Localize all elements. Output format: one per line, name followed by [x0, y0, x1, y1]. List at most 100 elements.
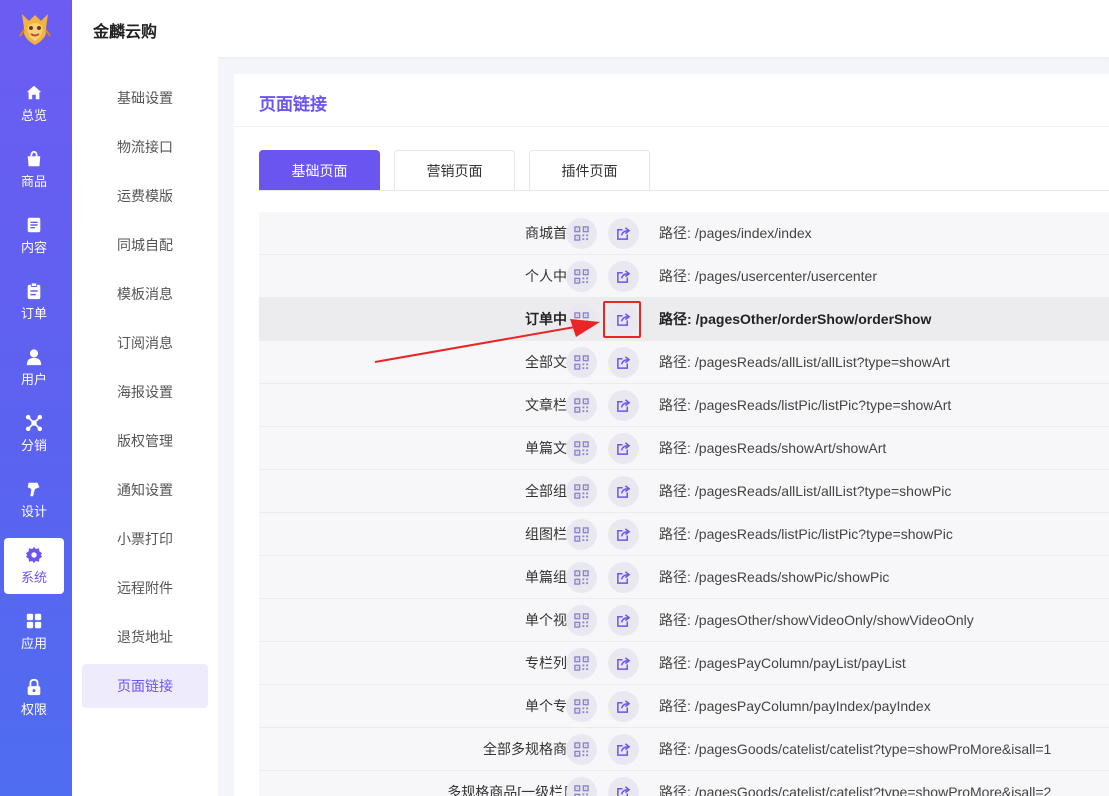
open-link-button[interactable] — [608, 777, 639, 796]
open-link-button[interactable] — [608, 691, 639, 722]
nav-item-system[interactable]: 系统 — [4, 538, 64, 594]
path-value: /pagesReads/listPic/listPic?type=showArt — [694, 397, 952, 413]
qr-code-icon — [574, 226, 589, 241]
table-row: 个人中心 路径:/pages/usercenter/usercenter — [259, 255, 1109, 298]
nav-item-distribution[interactable]: 分销 — [4, 406, 64, 462]
nav-label: 内容 — [20, 240, 47, 255]
qr-code-button[interactable] — [566, 605, 597, 636]
open-link-button[interactable] — [608, 390, 639, 421]
page-path: 路径:/pagesPayColumn/payList/payList — [659, 642, 906, 685]
table-row: 专栏列表 路径:/pagesPayColumn/payList/payList — [259, 642, 1109, 685]
nav-label: 订单 — [20, 306, 47, 321]
share-icon — [616, 441, 631, 456]
submenu-item[interactable]: 远程附件 — [82, 566, 208, 610]
qr-code-button[interactable] — [566, 261, 597, 292]
qr-code-icon — [574, 441, 589, 456]
submenu-item[interactable]: 海报设置 — [82, 370, 208, 414]
qr-code-button[interactable] — [566, 218, 597, 249]
page-path: 路径:/pagesReads/showArt/showArt — [659, 427, 886, 470]
open-link-button[interactable] — [608, 734, 639, 765]
tab-basic-pages[interactable]: 基础页面 — [259, 150, 380, 191]
open-link-button[interactable] — [608, 218, 639, 249]
path-label: 路径: — [659, 268, 691, 284]
share-icon — [616, 355, 631, 370]
qr-code-button[interactable] — [566, 304, 597, 335]
qr-code-button[interactable] — [566, 476, 597, 507]
submenu-item-page-links[interactable]: 页面链接 — [82, 664, 208, 708]
qr-code-button[interactable] — [566, 347, 597, 378]
open-link-button[interactable] — [608, 562, 639, 593]
table-row: 商城首页 路径:/pages/index/index — [259, 212, 1109, 255]
page-path: 路径:/pagesOther/showVideoOnly/showVideoOn… — [659, 599, 974, 642]
qr-code-icon — [574, 613, 589, 628]
qr-code-button[interactable] — [566, 734, 597, 765]
submenu-item[interactable]: 订阅消息 — [82, 321, 208, 365]
submenu-item[interactable]: 退货地址 — [82, 615, 208, 659]
qr-code-icon — [574, 312, 589, 327]
qr-code-button[interactable] — [566, 519, 597, 550]
brush-icon — [27, 482, 40, 497]
table-row: 单个视频 路径:/pagesOther/showVideoOnly/showVid… — [259, 599, 1109, 642]
share-icon — [616, 226, 631, 241]
qr-code-button[interactable] — [566, 691, 597, 722]
qr-code-button[interactable] — [566, 777, 597, 796]
submenu-item[interactable]: 版权管理 — [82, 419, 208, 463]
open-link-button[interactable] — [608, 605, 639, 636]
table-row: 文章栏目 路径:/pagesReads/listPic/listPic?type=… — [259, 384, 1109, 427]
open-link-button[interactable] — [608, 433, 639, 464]
qr-code-icon — [574, 527, 589, 542]
nav-item-users[interactable]: 用户 — [4, 340, 64, 396]
open-link-button[interactable] — [608, 519, 639, 550]
nav-item-design[interactable]: 设计 — [4, 472, 64, 528]
open-link-button[interactable] — [608, 476, 639, 507]
submenu-item[interactable]: 通知设置 — [82, 468, 208, 512]
nav-item-content[interactable]: 内容 — [4, 208, 64, 264]
qr-code-button[interactable] — [566, 562, 597, 593]
logo-icon — [18, 10, 52, 48]
nav-label: 总览 — [20, 108, 47, 123]
tabs-underline — [259, 190, 1109, 191]
nav-item-orders[interactable]: 订单 — [4, 274, 64, 330]
path-label: 路径: — [659, 698, 691, 714]
qr-code-icon — [574, 570, 589, 585]
qr-code-icon — [574, 269, 589, 284]
qr-code-button[interactable] — [566, 390, 597, 421]
path-label: 路径: — [659, 655, 691, 671]
tab-marketing-pages[interactable]: 营销页面 — [394, 150, 515, 191]
submenu: 基础设置 物流接口 运费模版 同城自配 模板消息 订阅消息 海报设置 版权管理 … — [72, 57, 218, 796]
shopping-bag-icon — [27, 150, 41, 167]
table-row: 组图栏目 路径:/pagesReads/listPic/listPic?type=… — [259, 513, 1109, 556]
table-row: 全部组图 路径:/pagesReads/allList/allList?type=… — [259, 470, 1109, 513]
submenu-item[interactable]: 模板消息 — [82, 272, 208, 316]
page-path: 路径:/pagesGoods/catelist/catelist?type=sh… — [659, 771, 1051, 796]
nav-label: 应用 — [20, 636, 47, 651]
submenu-item[interactable]: 小票打印 — [82, 517, 208, 561]
open-link-button[interactable] — [608, 347, 639, 378]
open-link-button[interactable] — [608, 261, 639, 292]
nav-item-apps[interactable]: 应用 — [4, 604, 64, 660]
app-title: 金麟云购 — [93, 24, 158, 41]
nav-item-overview[interactable]: 总览 — [4, 76, 64, 132]
table-row: 全部文章 路径:/pagesReads/allList/allList?type=… — [259, 341, 1109, 384]
home-icon — [26, 85, 42, 100]
path-label: 路径: — [659, 526, 691, 542]
nav-label: 权限 — [20, 702, 47, 717]
submenu-item[interactable]: 基础设置 — [82, 76, 208, 120]
path-value: /pagesReads/listPic/listPic?type=showPic — [694, 526, 953, 542]
page-path: 路径:/pages/usercenter/usercenter — [659, 255, 877, 298]
open-link-button[interactable] — [608, 304, 639, 335]
tab-plugin-pages[interactable]: 插件页面 — [529, 150, 650, 191]
nav-item-permissions[interactable]: 权限 — [4, 670, 64, 726]
submenu-item[interactable]: 同城自配 — [82, 223, 208, 267]
page-path: 路径:/pagesPayColumn/payIndex/payIndex — [659, 685, 931, 728]
qr-code-button[interactable] — [566, 433, 597, 464]
qr-code-button[interactable] — [566, 648, 597, 679]
clipboard-icon — [27, 282, 41, 300]
nav-item-products[interactable]: 商品 — [4, 142, 64, 198]
qr-code-icon — [574, 398, 589, 413]
submenu-item[interactable]: 运费模版 — [82, 174, 208, 218]
path-value: /pagesGoods/catelist/catelist?type=showP… — [694, 741, 1052, 757]
open-link-button[interactable] — [608, 648, 639, 679]
path-value: /pagesReads/showPic/showPic — [694, 569, 890, 585]
submenu-item[interactable]: 物流接口 — [82, 125, 208, 169]
